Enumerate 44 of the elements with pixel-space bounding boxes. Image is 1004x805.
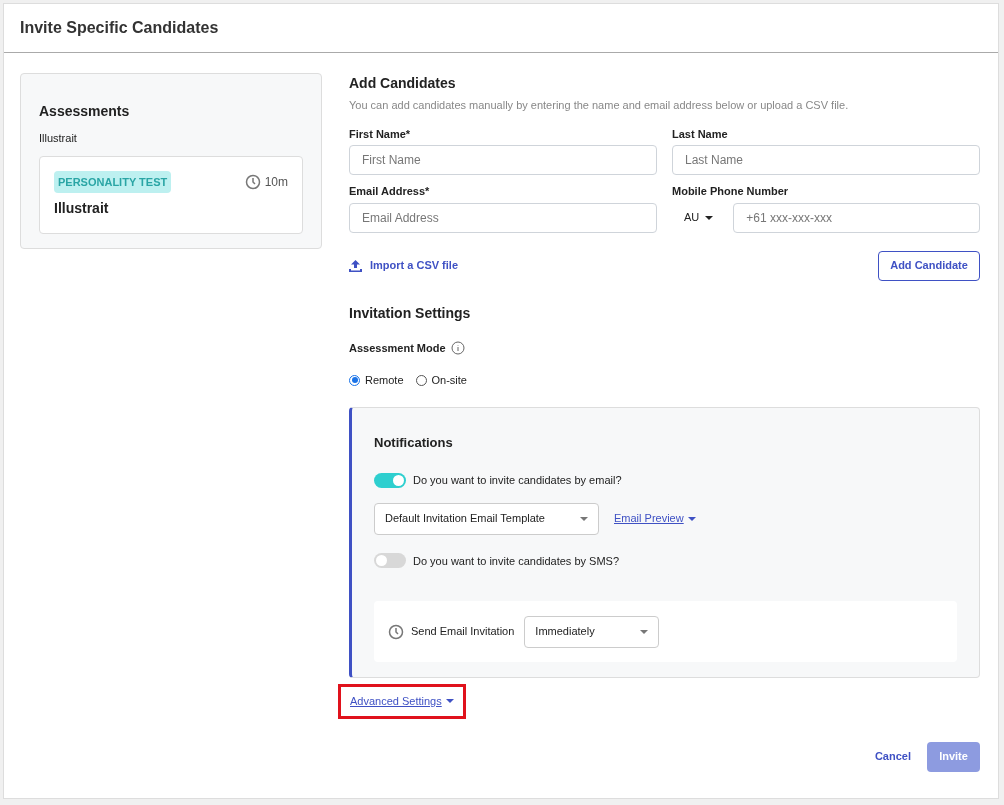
caret-icon [705,213,714,222]
caret-icon [580,514,588,523]
field-label: First Name* [349,126,412,142]
assessment-card[interactable]: PERSONALITY TEST 10m Illustrait [39,155,303,234]
phone-input[interactable]: +61 xxx-xxx-xxx [733,202,980,233]
add-candidate-button[interactable]: Add Candidate [878,250,980,281]
toggle-label: Do you want to invite candidates by email? [413,473,622,488]
email-preview-link[interactable]: Email Preview [614,510,696,527]
field-label: Mobile Phone Number [672,184,790,199]
import-csv-link[interactable]: Import a CSV file [349,257,459,274]
caret-icon [640,627,649,636]
text-input[interactable]: First Name [349,145,657,175]
radio-option[interactable]: On-site [415,372,467,389]
toggle-switch[interactable] [374,472,406,488]
caret-icon [687,514,696,523]
cancel-button[interactable]: Cancel [874,748,911,765]
dialog-title: Invite Specific Candidates [20,18,219,38]
clock-icon [388,623,404,640]
group-label: Illustrait [39,131,78,146]
template-dropdown[interactable]: Default Invitation Email Template [374,502,599,535]
assessment-name: Illustrait [54,199,110,218]
clock-icon [244,173,261,190]
toggle-label: Do you want to invite candidates by SMS? [413,553,620,569]
section-heading: Notifications [374,433,454,452]
text-input[interactable]: Last Name [672,145,980,175]
field-label: Send Email Invitation [411,624,515,640]
radio-option[interactable]: Remote [349,372,404,389]
section-heading: Add Candidates [349,74,457,93]
upload-icon [349,259,362,272]
description-text: You can add candidates manually by entering the name and email address below or upload a CSV file. [349,98,850,113]
country-dropdown[interactable]: AU [672,202,726,233]
section-heading: Assessments [39,102,131,121]
text-input[interactable]: Email Address [349,202,657,233]
field-label: Email Address* [349,184,431,199]
send-time-dropdown[interactable]: Immediately [524,615,660,648]
duration-text: 10m [264,173,288,191]
field-label: Assessment Mode [349,340,446,356]
section-heading: Invitation Settings [349,303,472,323]
field-label: Last Name [672,126,729,142]
info-icon [450,340,465,355]
toggle-switch[interactable] [374,553,406,569]
advanced-settings-link[interactable]: Advanced Settings [350,693,454,710]
category-tag: PERSONALITY TEST [54,170,172,193]
caret-icon [445,697,454,706]
